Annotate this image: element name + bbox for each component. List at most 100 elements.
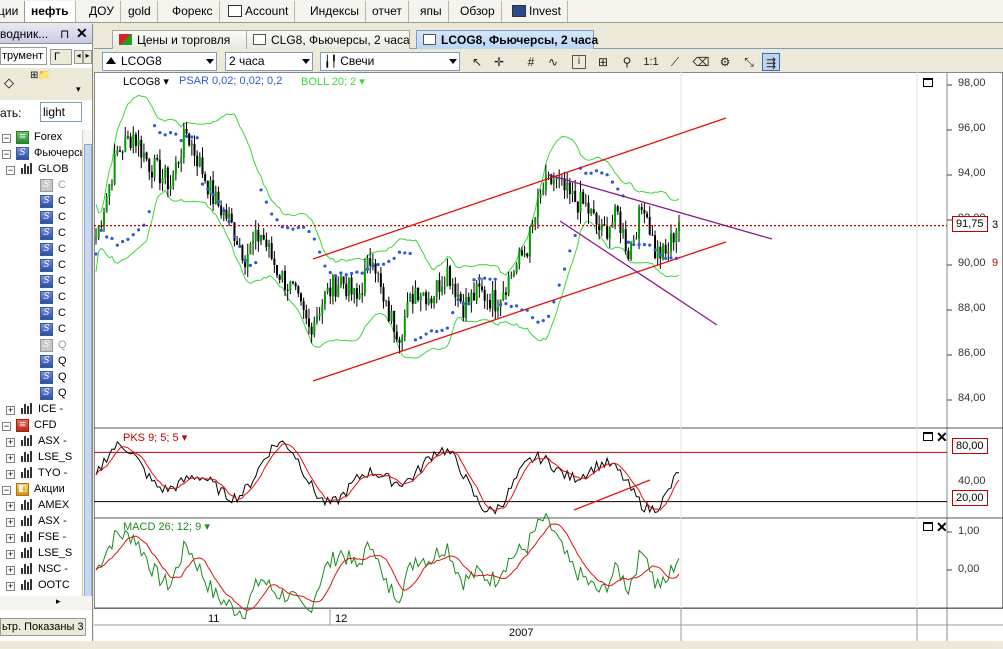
collapse-icon[interactable]: −: [6, 166, 15, 175]
tab-workspace-0[interactable]: ции: [0, 1, 26, 22]
tree-hscrollbar[interactable]: ▸: [0, 596, 92, 610]
chart-tab-0[interactable]: Цены и торговля: [112, 30, 247, 49]
pks-maximize-icon[interactable]: [923, 432, 933, 441]
tab-other[interactable]: Г: [50, 49, 72, 65]
tree-item[interactable]: + TYO -: [0, 466, 82, 482]
tab-workspace-4[interactable]: Форекс: [166, 1, 220, 22]
cursor-icon[interactable]: ↖: [468, 53, 486, 71]
tab-workspace-6[interactable]: Индексы: [304, 1, 366, 22]
chart-style-select[interactable]: ╽╿ Свечи: [320, 52, 460, 71]
close-panel-icon[interactable]: ✕: [76, 25, 88, 42]
tab-workspace-5[interactable]: Account: [222, 1, 296, 22]
collapse-icon[interactable]: −: [2, 134, 11, 143]
tree-item[interactable]: + LSE_S: [0, 546, 82, 562]
exchange-icon: [20, 163, 33, 175]
psar-legend[interactable]: PSAR 0,02; 0,02; 0,2: [179, 75, 282, 87]
tab-workspace-2[interactable]: ДОУ: [83, 1, 121, 22]
tree-item[interactable]: SC: [0, 322, 82, 338]
chart-area[interactable]: LCOG8 ▾ PSAR 0,02; 0,02; 0,2 BOLL 20; 2 …: [94, 72, 1003, 642]
tree-item[interactable]: SC: [0, 194, 82, 210]
expand-icon[interactable]: +: [6, 454, 15, 463]
macd-legend[interactable]: MACD 26; 12; 9 ▾: [123, 520, 210, 533]
collapse-icon[interactable]: −: [2, 150, 11, 159]
tree-item[interactable]: SC: [0, 242, 82, 258]
zoom-1-1-button[interactable]: 1:1: [642, 53, 660, 71]
tab-workspace-10[interactable]: Invest: [506, 1, 569, 22]
symbol-legend[interactable]: LCOG8 ▾: [123, 75, 169, 88]
scroll-right-icon[interactable]: ▸: [56, 596, 61, 607]
expand-icon[interactable]: +: [6, 438, 15, 447]
symbol-select[interactable]: LCOG8: [102, 52, 217, 71]
fit-icon[interactable]: ⤡: [740, 53, 758, 71]
tab-workspace-7[interactable]: отчет: [366, 1, 409, 22]
tab-scroll-left-icon[interactable]: ◂: [74, 50, 83, 64]
tab-workspace-3[interactable]: gold: [122, 1, 158, 22]
tree-item[interactable]: SC: [0, 306, 82, 322]
pin-icon[interactable]: ⊓: [60, 27, 69, 41]
chart-tab-2[interactable]: LCOG8, Фьючерсы, 2 часа: [416, 30, 598, 49]
tree-item[interactable]: −S Фьючерсы: [0, 146, 82, 162]
expand-icon[interactable]: +: [6, 566, 15, 575]
grid-icon[interactable]: #: [522, 53, 540, 71]
expand-icon[interactable]: +: [6, 470, 15, 479]
draw-line-icon[interactable]: ⟋: [666, 53, 684, 71]
boll-legend[interactable]: BOLL 20; 2 ▾: [301, 75, 365, 88]
info-icon[interactable]: i: [572, 55, 586, 69]
pks-legend[interactable]: PKS 9; 5; 5 ▾: [123, 431, 187, 444]
tree-item[interactable]: + LSE_S: [0, 450, 82, 466]
layers-icon[interactable]: ◇: [4, 75, 14, 91]
tree-item[interactable]: SQ: [0, 338, 82, 354]
tab-workspace-8[interactable]: япы: [414, 1, 449, 22]
expand-icon[interactable]: +: [6, 502, 15, 511]
tree-item[interactable]: − GLOB: [0, 162, 82, 178]
tree-item[interactable]: SC: [0, 226, 82, 242]
macd-maximize-icon[interactable]: [923, 522, 933, 531]
tab-instrument[interactable]: трумент: [0, 47, 47, 65]
tree-item[interactable]: + FSE -: [0, 530, 82, 546]
tree-item[interactable]: SQ: [0, 354, 82, 370]
tree-item[interactable]: + NSC -: [0, 562, 82, 578]
more-icon[interactable]: ▾: [76, 84, 81, 95]
tree-item[interactable]: + ICE -: [0, 402, 82, 418]
chart-tab-1[interactable]: CLG8, Фьючерсы, 2 часа: [246, 30, 410, 49]
auto-scroll-icon[interactable]: ⇶: [762, 53, 780, 71]
tree-item[interactable]: + ASX -: [0, 434, 82, 450]
tree-item[interactable]: − ≡ CFD: [0, 418, 82, 434]
tree-item[interactable]: SC: [0, 258, 82, 274]
tree-scrollbar[interactable]: [82, 130, 92, 599]
tree-item[interactable]: + AMEX: [0, 498, 82, 514]
collapse-icon[interactable]: −: [2, 486, 11, 495]
expand-icon[interactable]: +: [6, 534, 15, 543]
pks-close-icon[interactable]: ✕: [936, 430, 948, 444]
maximize-icon[interactable]: [923, 78, 933, 87]
tab-scroll-right-icon[interactable]: ▸: [83, 50, 92, 64]
interval-select[interactable]: 2 часа: [225, 52, 313, 71]
expand-icon[interactable]: +: [6, 550, 15, 559]
properties-icon[interactable]: ⚙: [716, 53, 734, 71]
tab-oil[interactable]: нефть: [24, 1, 76, 22]
zoom-icon[interactable]: ⚲: [618, 53, 636, 71]
expand-icon[interactable]: +: [6, 406, 15, 415]
add-chart-icon[interactable]: ⊞: [594, 53, 612, 71]
tree-item[interactable]: SC: [0, 210, 82, 226]
tree-item[interactable]: + OOTC: [0, 578, 82, 594]
tab-workspace-9[interactable]: Обзор: [454, 1, 502, 22]
expand-icon[interactable]: +: [6, 518, 15, 527]
tree-item[interactable]: SQ: [0, 386, 82, 402]
tree-item[interactable]: SC: [0, 274, 82, 290]
filter-input[interactable]: light: [40, 102, 82, 122]
macd-close-icon[interactable]: ✕: [936, 520, 948, 534]
tree-item[interactable]: SC: [0, 290, 82, 306]
expand-icon[interactable]: +: [6, 582, 15, 591]
tree-item[interactable]: + ASX -: [0, 514, 82, 530]
eraser-icon[interactable]: ⌫: [692, 53, 710, 71]
tree-item[interactable]: − ≡ Forex: [0, 130, 82, 146]
crosshair-icon[interactable]: ✛: [490, 53, 508, 71]
tree-item[interactable]: − ◧ Акции: [0, 482, 82, 498]
collapse-icon[interactable]: −: [2, 422, 11, 431]
tree-item[interactable]: SC: [0, 178, 82, 194]
chart-canvas[interactable]: [94, 72, 1003, 642]
tree-item[interactable]: SQ: [0, 370, 82, 386]
indicator-icon[interactable]: ∿: [544, 53, 562, 71]
folder-icon[interactable]: ⊞📁: [30, 70, 51, 81]
